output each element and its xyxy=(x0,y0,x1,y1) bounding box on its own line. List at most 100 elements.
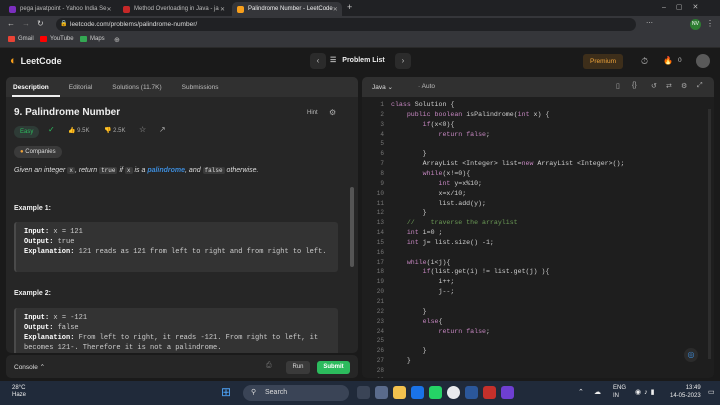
code-line[interactable]: list.add(y); xyxy=(391,200,486,207)
code-line[interactable]: class Solution { xyxy=(391,101,454,108)
console-toggle[interactable]: Console ⌃ xyxy=(14,363,45,371)
code-line[interactable]: ArrayList <Integer> list=new ArrayList <… xyxy=(391,160,625,167)
profile-avatar[interactable]: NV xyxy=(690,19,701,30)
taskbar-clock[interactable]: 13:49 14-05-2023 xyxy=(670,384,701,400)
line-number: 8 xyxy=(380,169,384,177)
code-line[interactable]: j--; xyxy=(391,288,454,295)
premium-button[interactable]: Premium xyxy=(583,54,623,69)
globe-icon[interactable]: ⊕ xyxy=(114,36,120,44)
code-line[interactable]: int j= list.size() -1; xyxy=(391,239,494,246)
problem-list-button[interactable]: ☰ Problem List xyxy=(330,53,385,69)
code-line[interactable]: // traverse the arraylist xyxy=(391,219,518,226)
weather-widget[interactable]: 28°C Haze xyxy=(12,385,26,399)
description-scrollbar[interactable] xyxy=(350,187,354,267)
settings-icon[interactable]: ⚙ xyxy=(329,108,336,117)
acrobat-icon[interactable] xyxy=(483,386,496,399)
editor-settings-icon[interactable]: ⚙ xyxy=(681,82,687,90)
user-avatar[interactable] xyxy=(696,54,710,68)
window-controls[interactable]: –▢✕ xyxy=(662,3,708,11)
code-line[interactable]: i++; xyxy=(391,278,454,285)
bookmark-maps[interactable]: Maps xyxy=(80,36,105,42)
word-icon[interactable] xyxy=(465,386,478,399)
extensions-icon[interactable]: ⋯ xyxy=(646,19,653,27)
bookmark-youtube[interactable]: YouTube xyxy=(40,36,74,42)
companies-tag[interactable]: ● Companies xyxy=(14,146,62,158)
editor-scrollbar[interactable] xyxy=(708,109,711,359)
next-problem-button[interactable]: › xyxy=(395,53,411,69)
close-tab-icon[interactable]: ✕ xyxy=(220,6,225,13)
back-icon[interactable]: ← xyxy=(7,19,15,28)
windows-start-icon[interactable]: ⊞ xyxy=(221,386,231,399)
example-1-label: Example 1: xyxy=(14,205,51,212)
code-line[interactable]: } xyxy=(391,357,411,364)
browser-tab-leetcode[interactable]: Palindrome Number - LeetCode ✕ xyxy=(232,2,342,16)
language-select[interactable]: Java ⌄ xyxy=(372,83,393,91)
code-line[interactable]: x=x/10; xyxy=(391,190,466,197)
tab-submissions[interactable]: Submissions xyxy=(182,84,219,91)
reset-icon[interactable]: ↺ xyxy=(651,82,657,90)
example-explanation: Explanation: 121 reads as 121 from left … xyxy=(24,247,330,257)
code-line[interactable]: if(list.get(i) != list.get(j) ){ xyxy=(391,268,550,275)
like-button[interactable]: 👍 9.5K xyxy=(68,127,90,134)
submit-button[interactable]: Submit xyxy=(317,361,350,374)
browser-tab-javatpoint[interactable]: Method Overloading in Java - ja ✕ xyxy=(118,2,230,16)
reload-icon[interactable]: ↻ xyxy=(37,19,44,28)
task-view-icon[interactable] xyxy=(357,386,370,399)
code-line[interactable]: } xyxy=(391,347,427,354)
bookmark-gmail[interactable]: Gmail xyxy=(8,36,34,42)
code-line[interactable]: } xyxy=(391,150,427,157)
palindrome-link[interactable]: palindrome xyxy=(147,167,185,174)
code-line[interactable]: return false; xyxy=(391,328,489,335)
tab-editorial[interactable]: Editorial xyxy=(69,84,92,91)
code-line[interactable]: int i=0 ; xyxy=(391,229,443,236)
widgets-icon[interactable] xyxy=(375,386,388,399)
tab-description[interactable]: Description xyxy=(13,84,49,91)
braces-icon[interactable]: {} xyxy=(632,82,637,89)
streak-icon[interactable]: 🔥 xyxy=(663,56,673,65)
code-line[interactable]: return false; xyxy=(391,131,489,138)
url-field[interactable]: leetcode.com/problems/palindrome-number/ xyxy=(56,18,636,31)
star-icon[interactable]: ☆ xyxy=(139,125,146,134)
code-line[interactable]: } xyxy=(391,308,427,315)
vscode-icon[interactable] xyxy=(501,386,514,399)
chrome-icon[interactable] xyxy=(447,386,460,399)
input-language[interactable]: ENG IN xyxy=(613,384,626,400)
browser-menu-icon[interactable]: ⋮ xyxy=(706,19,714,28)
whatsapp-icon[interactable] xyxy=(429,386,442,399)
fullscreen-icon[interactable]: ⤢ xyxy=(697,82,703,90)
upload-icon[interactable]: ⎙ xyxy=(266,362,272,370)
timer-icon[interactable]: ⏱ xyxy=(641,56,648,67)
leetcode-logo[interactable]: ◐ LeetCode xyxy=(10,55,62,67)
format-icon[interactable]: ⇄ xyxy=(666,82,672,90)
notifications-icon[interactable]: ▭ xyxy=(708,388,715,396)
code-line[interactable]: if(x<0){ xyxy=(391,121,455,128)
share-icon[interactable]: ↗ xyxy=(159,125,166,134)
dislike-button[interactable]: 👎 2.5K xyxy=(104,127,126,134)
edge-browser-icon[interactable] xyxy=(411,386,424,399)
forward-icon[interactable]: → xyxy=(22,19,30,28)
code-line[interactable]: } xyxy=(391,209,427,216)
prev-problem-button[interactable]: ‹ xyxy=(310,53,326,69)
code-line[interactable]: while(i<j){ xyxy=(391,259,451,266)
code-line[interactable]: while(x!=0){ xyxy=(391,170,471,177)
code-line[interactable]: public boolean isPalindrome(int x) { xyxy=(391,111,550,118)
hint-button[interactable]: Hint xyxy=(307,110,318,116)
lock-icon[interactable]: 🔒 xyxy=(60,20,67,27)
tray-chevron-icon[interactable]: ⌃ xyxy=(578,388,584,396)
system-status-icons[interactable]: ◉♪▮ xyxy=(635,388,657,396)
code-line[interactable]: int y=x%10; xyxy=(391,180,482,187)
code-line[interactable]: else{ xyxy=(391,318,443,325)
tab-solutions[interactable]: Solutions (11.7K) xyxy=(112,84,161,91)
browser-tab-yahoo[interactable]: pega javatpoint - Yahoo India Se ✕ xyxy=(4,2,116,16)
close-tab-icon[interactable]: ✕ xyxy=(333,6,338,13)
autocomplete-mode[interactable]: · Auto xyxy=(418,83,435,90)
file-explorer-icon[interactable] xyxy=(393,386,406,399)
run-button[interactable]: Run xyxy=(286,361,310,374)
new-tab-button[interactable]: + xyxy=(347,2,352,12)
close-tab-icon[interactable]: ✕ xyxy=(107,6,112,13)
taskbar-search[interactable]: Search xyxy=(243,385,349,401)
line-number: 24 xyxy=(376,327,384,335)
onedrive-icon[interactable]: ☁ xyxy=(594,388,601,396)
bookmark-icon[interactable]: ▯ xyxy=(616,82,620,90)
chat-assist-icon[interactable]: ◎ xyxy=(684,348,698,362)
